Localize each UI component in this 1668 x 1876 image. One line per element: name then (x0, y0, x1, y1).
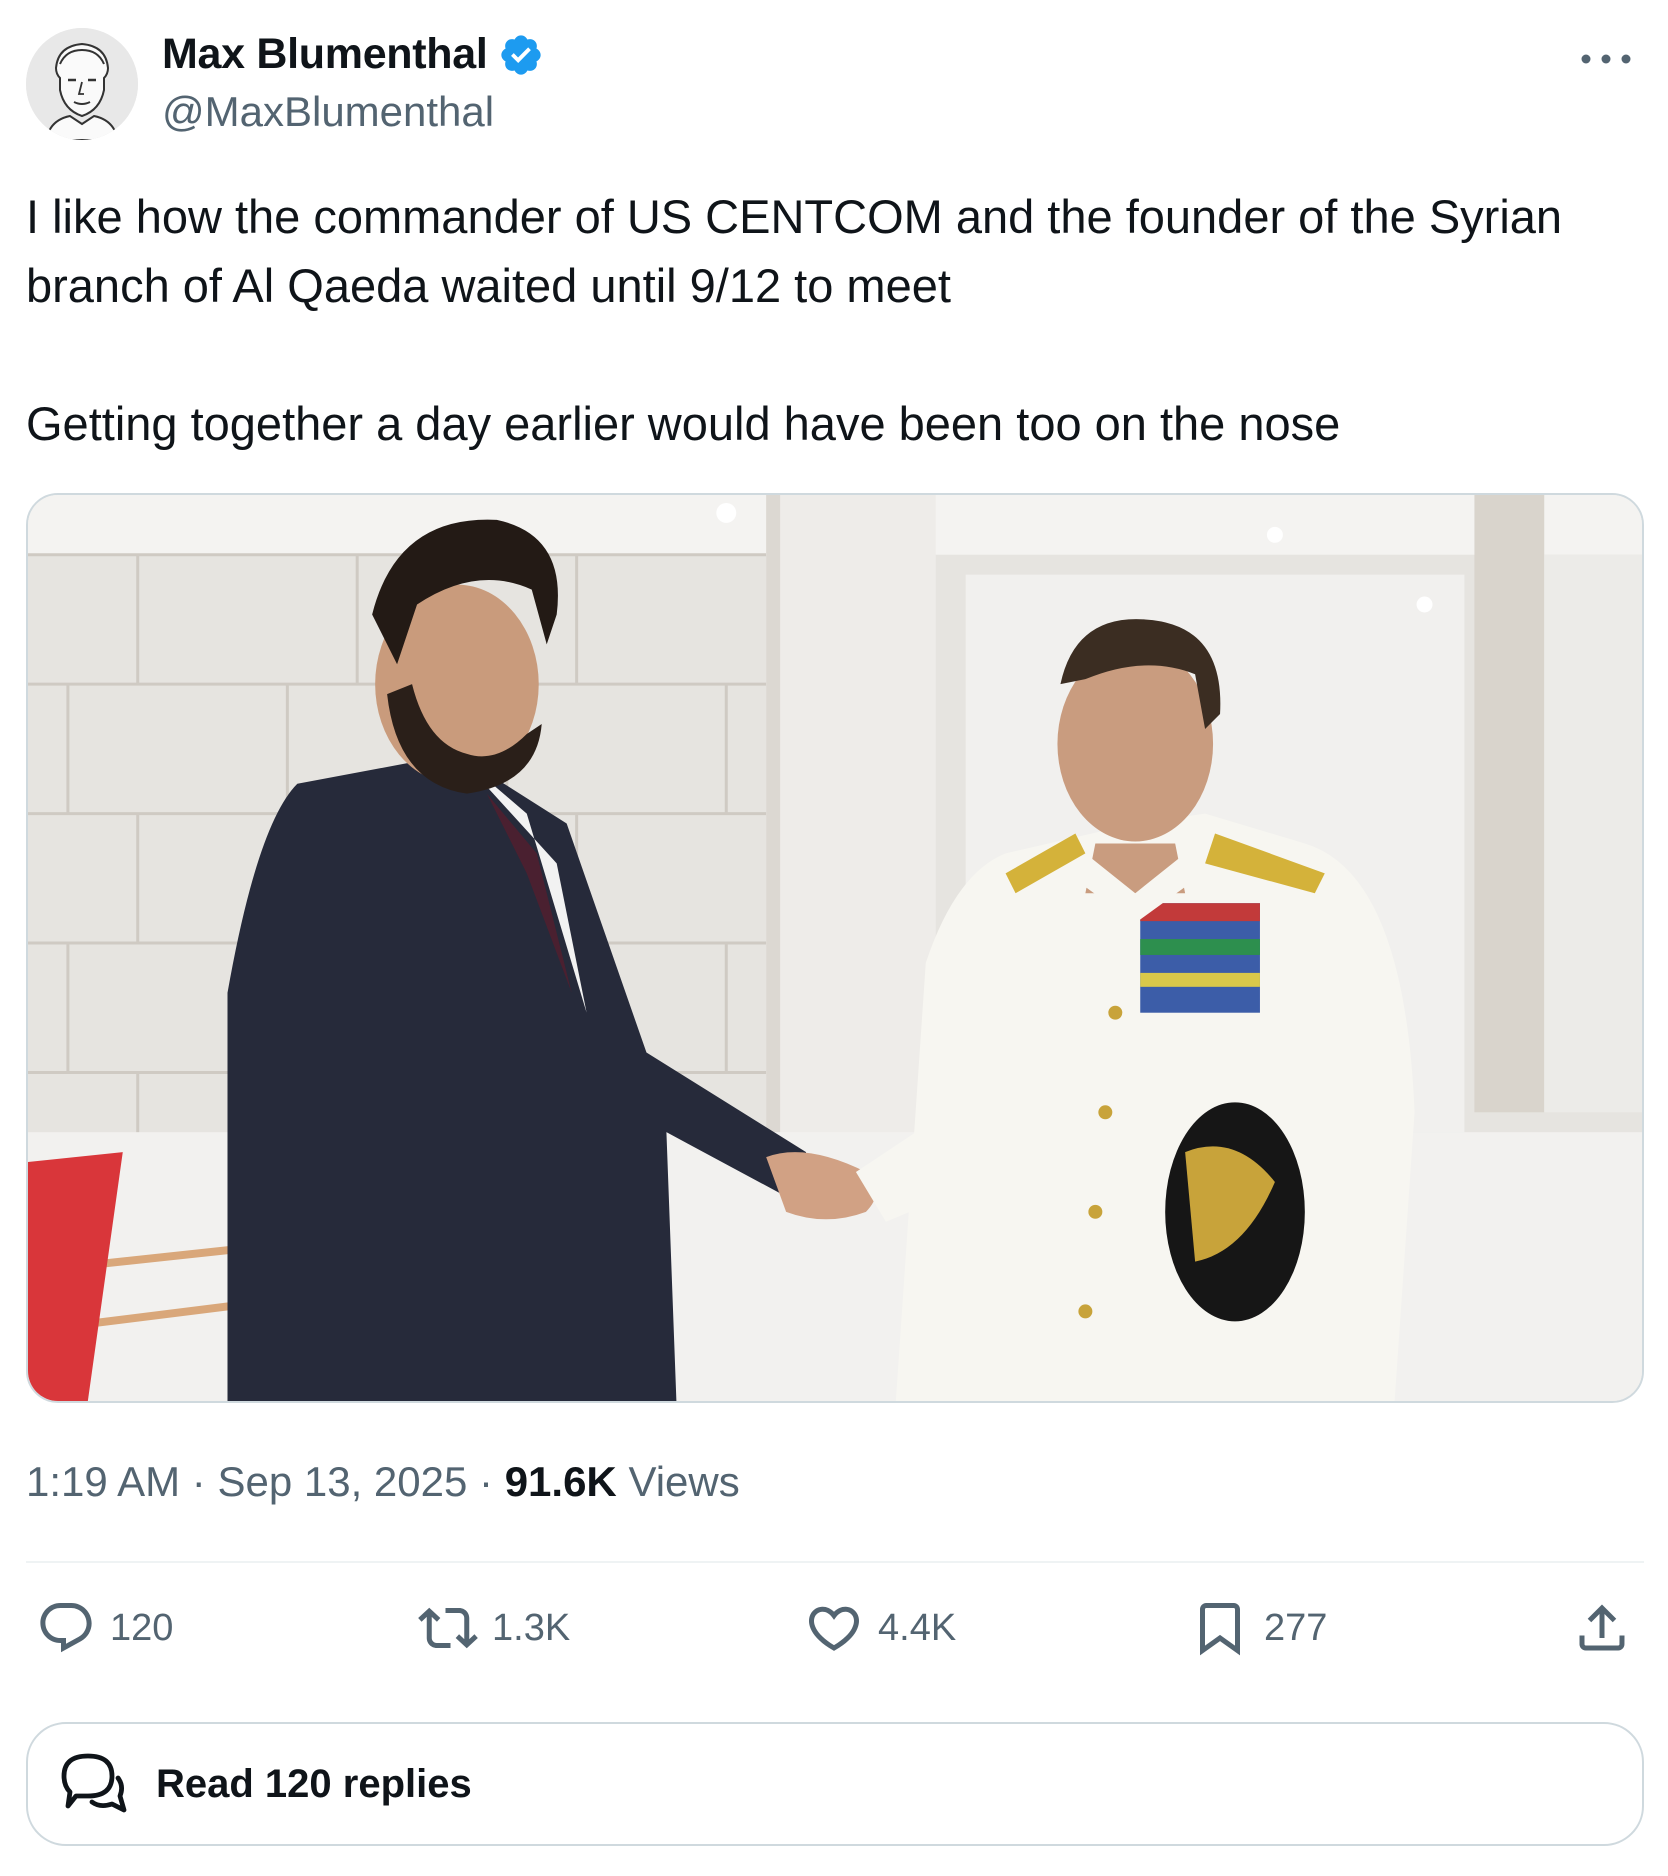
tweet-date[interactable]: Sep 13, 2025 (217, 1458, 467, 1505)
views-count: 91.6K (504, 1458, 617, 1505)
bookmark-button[interactable]: 277 (1190, 1598, 1327, 1658)
tweet-time[interactable]: 1:19 AM (26, 1458, 180, 1505)
bookmark-icon (1200, 1603, 1240, 1656)
like-button[interactable]: 4.4K (804, 1598, 956, 1658)
tweet-text: I like how the commander of US CENTCOM a… (26, 182, 1646, 458)
tweet: Max Blumenthal @MaxBlumenthal I like how… (0, 0, 1668, 1876)
read-replies-button[interactable]: Read 120 replies (26, 1722, 1644, 1846)
meta-separator: · (191, 1458, 206, 1505)
author-name[interactable]: Max Blumenthal (162, 30, 488, 79)
repost-button[interactable]: 1.3K (418, 1598, 570, 1658)
sketch-portrait-avatar-icon (26, 28, 138, 140)
verified-badge-icon[interactable] (498, 32, 544, 78)
reply-icon (40, 1603, 92, 1653)
reply-count: 120 (110, 1606, 174, 1649)
repost-count: 1.3K (492, 1606, 571, 1649)
author-name-row: Max Blumenthal (162, 30, 544, 79)
reply-button[interactable]: 120 (36, 1598, 173, 1658)
tweet-photo[interactable] (26, 493, 1644, 1403)
views-label: Views (628, 1458, 740, 1505)
bookmark-count: 277 (1264, 1606, 1328, 1649)
avatar[interactable] (26, 28, 138, 140)
tweet-meta: 1:19 AM · Sep 13, 2025 · 91.6K Views (26, 1458, 740, 1506)
tweet-paragraph: I like how the commander of US CENTCOM a… (26, 190, 1563, 312)
share-icon (1579, 1604, 1625, 1651)
meta-separator: · (479, 1458, 494, 1505)
repost-icon (418, 1607, 478, 1649)
heart-icon (808, 1606, 860, 1651)
like-count: 4.4K (878, 1606, 957, 1649)
more-options-icon[interactable] (1576, 44, 1636, 74)
read-replies-label: Read 120 replies (156, 1761, 472, 1806)
chat-bubbles-icon (61, 1753, 127, 1813)
share-button[interactable] (1572, 1598, 1632, 1658)
divider (26, 1561, 1644, 1563)
tweet-paragraph: Getting together a day earlier would hav… (26, 397, 1341, 450)
handshake-photo (28, 495, 1642, 1401)
author-handle[interactable]: @MaxBlumenthal (162, 88, 494, 136)
